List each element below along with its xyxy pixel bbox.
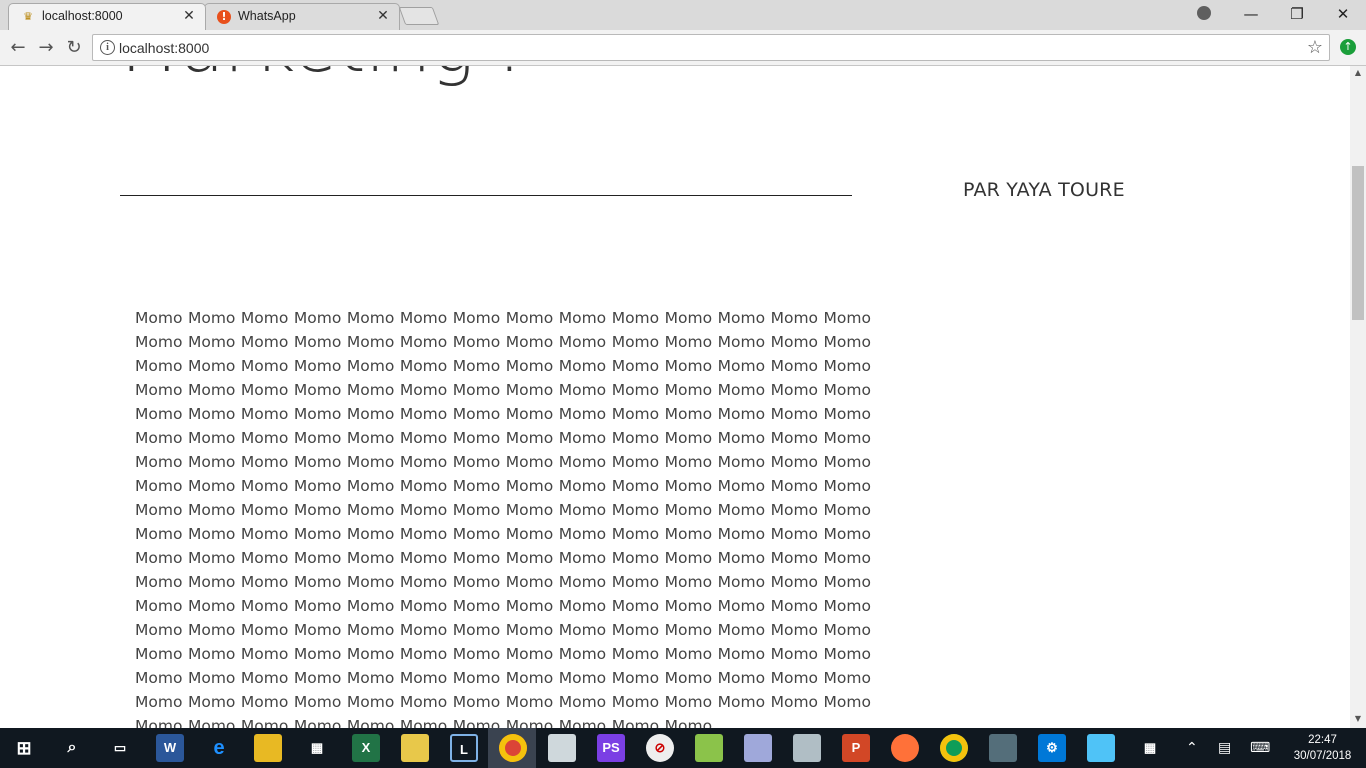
browser-toolbar: ← → ↻ i localhost:8000 ☆ ↑ — [0, 30, 1366, 66]
notepad-icon[interactable] — [548, 734, 576, 762]
settings-icon[interactable]: ⚙ — [1038, 734, 1066, 762]
chrome-icon[interactable] — [940, 734, 968, 762]
firefox-icon[interactable] — [891, 734, 919, 762]
edge-icon[interactable]: e — [205, 734, 233, 762]
vertical-scrollbar[interactable]: ▲ ▼ — [1350, 66, 1366, 728]
profile-icon[interactable] — [1197, 6, 1211, 20]
article-body: Momo Momo Momo Momo Momo Momo Momo Momo … — [135, 309, 871, 728]
taskbar: ⊞ ⌕ ▭ W e ▦ X L PS ⊘ P ⚙ ▦ ⌃ ▤ ⌨ 22:47 3… — [0, 728, 1366, 768]
lyx-icon[interactable]: L — [450, 734, 478, 762]
info-icon[interactable]: i — [100, 40, 115, 55]
tab-title: localhost:8000 — [42, 9, 123, 23]
app-icon[interactable] — [695, 734, 723, 762]
tab-strip: ! WhatsApp ✕ ♛ localhost:8000 ✕ — ❐ ✕ — [0, 0, 1366, 30]
tab-title: WhatsApp — [238, 9, 296, 23]
laravel-icon: ♛ — [23, 10, 33, 23]
bookmark-star-icon[interactable]: ☆ — [1307, 37, 1323, 58]
close-window-button[interactable]: ✕ — [1320, 0, 1366, 28]
app-icon[interactable] — [989, 734, 1017, 762]
tab-localhost[interactable]: ♛ localhost:8000 ✕ — [8, 3, 206, 30]
clock-date: 30/07/2018 — [1293, 750, 1352, 762]
app-icon[interactable] — [744, 734, 772, 762]
app-icon[interactable] — [793, 734, 821, 762]
chrome-icon[interactable] — [499, 734, 527, 762]
minimize-button[interactable]: — — [1228, 0, 1274, 28]
page-content: Marketing : PAR YAYA TOURE Momo Momo Mom… — [0, 66, 1350, 728]
url-text[interactable]: localhost:8000 — [119, 40, 209, 56]
address-bar[interactable]: i localhost:8000 ☆ — [92, 34, 1330, 61]
clock-time: 22:47 — [1308, 734, 1337, 746]
forward-button[interactable]: → — [34, 36, 58, 60]
close-icon[interactable]: ✕ — [375, 8, 391, 24]
tab-whatsapp[interactable]: ! WhatsApp ✕ — [204, 3, 400, 30]
reload-button[interactable]: ↻ — [62, 36, 86, 60]
store-icon[interactable]: ▦ — [303, 734, 331, 762]
phpstorm-icon[interactable]: PS — [597, 734, 625, 762]
file-explorer-icon[interactable] — [254, 734, 282, 762]
scroll-down-icon[interactable]: ▼ — [1350, 712, 1366, 726]
powerpoint-icon[interactable]: P — [842, 734, 870, 762]
system-clock[interactable]: 22:47 30/07/2018 — [1285, 732, 1360, 764]
search-icon[interactable]: ⌕ — [58, 734, 86, 762]
windows-start-icon[interactable]: ⊞ — [10, 734, 38, 762]
calculator-icon[interactable]: ▦ — [1136, 734, 1164, 762]
maximize-button[interactable]: ❐ — [1274, 0, 1320, 28]
page-title: Marketing : — [118, 66, 522, 88]
clock-app-icon[interactable]: ⊘ — [646, 734, 674, 762]
keyboard-icon[interactable]: ⌨ — [1250, 739, 1270, 757]
update-icon[interactable]: ↑ — [1340, 39, 1356, 55]
folder-icon[interactable] — [401, 734, 429, 762]
scroll-up-icon[interactable]: ▲ — [1350, 66, 1366, 80]
alert-icon: ! — [217, 10, 231, 24]
back-button[interactable]: ← — [6, 36, 30, 60]
word-icon[interactable]: W — [156, 734, 184, 762]
chevron-up-icon[interactable]: ⌃ — [1186, 739, 1198, 757]
scroll-thumb[interactable] — [1352, 166, 1364, 320]
close-icon[interactable]: ✕ — [181, 8, 197, 24]
excel-icon[interactable]: X — [352, 734, 380, 762]
task-view-icon[interactable]: ▭ — [106, 734, 134, 762]
app-icon[interactable] — [1087, 734, 1115, 762]
author-label: PAR YAYA TOURE — [963, 179, 1125, 201]
notification-icon[interactable]: ▤ — [1218, 739, 1231, 757]
title-divider — [120, 195, 852, 196]
new-tab-button[interactable] — [398, 7, 440, 25]
